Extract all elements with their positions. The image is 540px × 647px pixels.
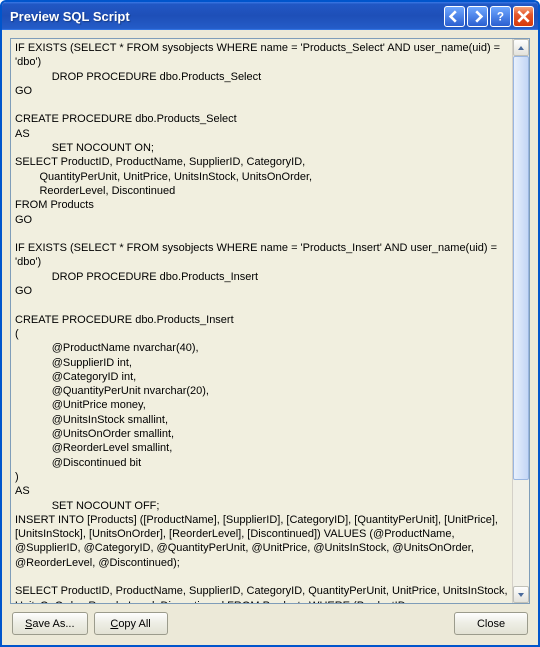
- svg-text:?: ?: [497, 10, 504, 23]
- scroll-thumb[interactable]: [513, 56, 529, 480]
- scroll-track[interactable]: [513, 56, 529, 586]
- close-button[interactable]: Close: [454, 612, 528, 635]
- next-icon[interactable]: [467, 6, 488, 27]
- content-area: IF EXISTS (SELECT * FROM sysobjects WHER…: [2, 30, 538, 645]
- close-icon[interactable]: [513, 6, 534, 27]
- scroll-down-icon[interactable]: [513, 586, 529, 603]
- help-icon[interactable]: ?: [490, 6, 511, 27]
- vertical-scrollbar[interactable]: [512, 39, 529, 603]
- copy-all-button[interactable]: Copy All: [94, 612, 168, 635]
- window-title: Preview SQL Script: [10, 9, 444, 24]
- button-row: Save As... Copy All Close: [10, 604, 530, 637]
- titlebar-buttons: ?: [444, 6, 534, 27]
- copy-all-label: opy All: [118, 618, 150, 630]
- script-container: IF EXISTS (SELECT * FROM sysobjects WHER…: [10, 38, 530, 604]
- save-as-button[interactable]: Save As...: [12, 612, 88, 635]
- prev-icon[interactable]: [444, 6, 465, 27]
- dialog-window: Preview SQL Script ? IF EXISTS (SELECT *…: [0, 0, 540, 647]
- save-as-label: ave As...: [32, 618, 74, 630]
- sql-script-text[interactable]: IF EXISTS (SELECT * FROM sysobjects WHER…: [11, 39, 512, 603]
- scroll-up-icon[interactable]: [513, 39, 529, 56]
- titlebar: Preview SQL Script ?: [2, 2, 538, 30]
